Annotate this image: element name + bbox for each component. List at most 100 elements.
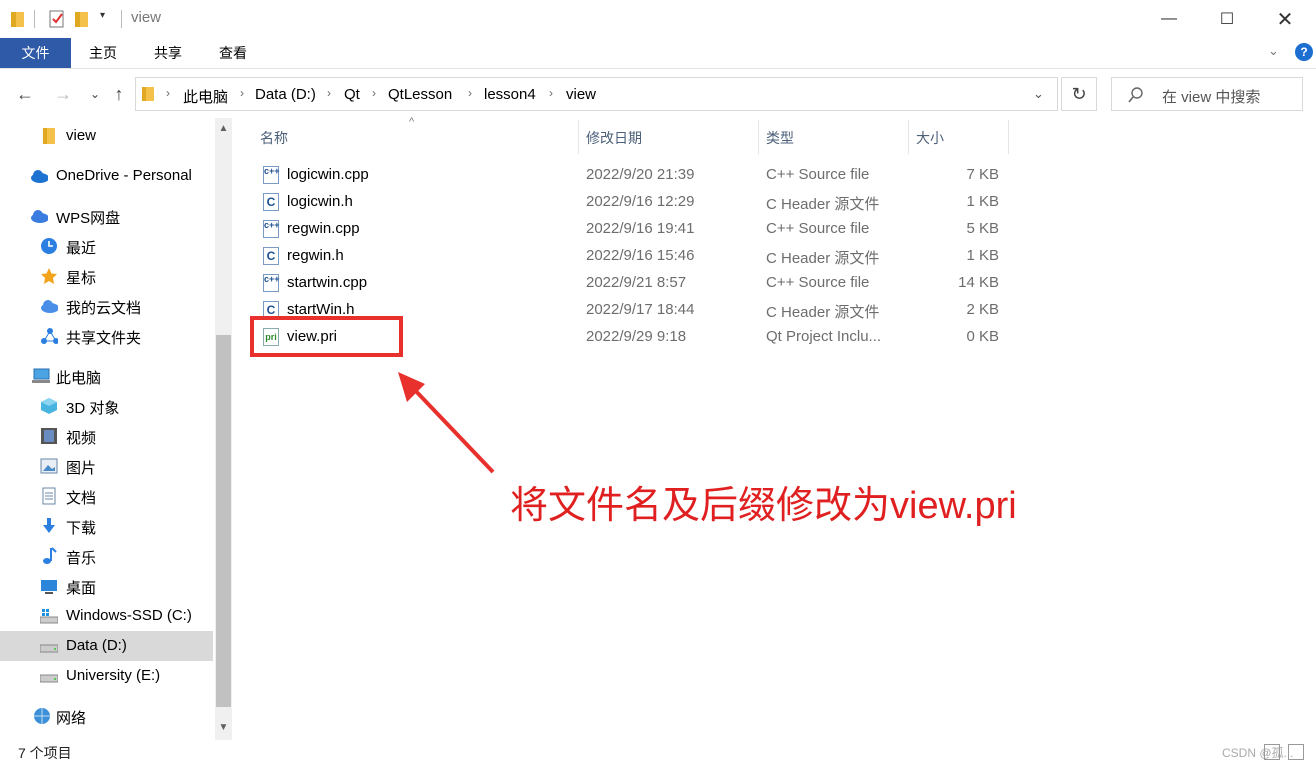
column-divider[interactable] [758,120,759,154]
file-row[interactable]: C logicwin.h 2022/9/16 12:29 C Header 源文… [252,189,1012,216]
file-date: 2022/9/16 15:46 [586,247,695,264]
sidebar-item-network[interactable]: 网络 [0,701,213,731]
breadcrumb-chevron-icon[interactable]: › [240,86,244,100]
column-header-size[interactable]: 大小 [916,128,944,148]
sidebar-item-downloads[interactable]: 下载 [0,511,213,541]
file-date: 2022/9/16 12:29 [586,193,695,210]
column-divider[interactable] [908,120,909,154]
sidebar-item-label: 音乐 [66,550,97,567]
breadcrumb-data-d[interactable]: Data (D:) [255,86,316,103]
sidebar-item-label: Data (D:) [66,637,127,654]
sidebar-item-drive-d[interactable]: Data (D:) [0,631,213,661]
file-date: 2022/9/17 18:44 [586,301,695,318]
sidebar-item-view[interactable]: view [0,121,213,151]
breadcrumb-qtlesson[interactable]: QtLesson [388,86,452,103]
sidebar-item-music[interactable]: 音乐 [0,541,213,571]
scroll-down-icon[interactable]: ▼ [215,719,232,736]
breadcrumb-chevron-icon[interactable]: › [166,86,170,100]
file-name: logicwin.h [287,193,353,210]
breadcrumb-qt[interactable]: Qt [344,86,360,103]
sidebar-item-this-pc[interactable]: 此电脑 [0,361,213,391]
new-folder-icon[interactable] [74,10,90,28]
quick-access-dropdown-icon[interactable]: ▾ [100,10,105,21]
breadcrumb-chevron-icon[interactable]: › [549,86,553,100]
tab-share[interactable]: 共享 [143,38,193,68]
file-row[interactable]: C regwin.h 2022/9/16 15:46 C Header 源文件 … [252,243,1012,270]
tab-file[interactable]: 文件 [0,38,71,68]
sidebar-item-video[interactable]: 视频 [0,421,213,451]
sidebar-item-cloud-docs[interactable]: 我的云文档 [0,291,213,321]
status-item-count: 7 个项目 [18,745,72,761]
tab-view[interactable]: 查看 [208,38,258,68]
file-name: regwin.h [287,247,344,264]
maximize-button[interactable]: ☐ [1198,0,1256,38]
column-header-type[interactable]: 类型 [766,128,794,148]
file-row[interactable]: c++ startwin.cpp 2022/9/21 8:57 C++ Sour… [252,270,1012,297]
file-size: 1 KB [966,247,999,264]
column-header-name[interactable]: 名称 [260,128,288,148]
annotation-highlight-box [250,316,403,357]
file-row[interactable]: c++ logicwin.cpp 2022/9/20 21:39 C++ Sou… [252,162,1012,189]
sidebar-item-desktop[interactable]: 桌面 [0,571,213,601]
sidebar-item-drive-e[interactable]: University (E:) [0,661,213,691]
sidebar-item-label: 共享文件夹 [66,330,142,347]
file-size: 7 KB [966,166,999,183]
column-divider[interactable] [1008,120,1009,154]
address-history-dropdown-icon[interactable]: ⌄ [1033,86,1044,102]
sidebar-item-drive-c[interactable]: Windows-SSD (C:) [0,601,213,631]
recent-locations-dropdown-icon[interactable]: ⌄ [82,80,108,108]
sidebar-item-star[interactable]: 星标 [0,261,213,291]
breadcrumb-this-pc[interactable]: 此电脑 [183,86,228,107]
file-type: C Header 源文件 [766,304,880,321]
scroll-up-icon[interactable]: ▲ [215,120,232,137]
sidebar-item-3d-objects[interactable]: 3D 对象 [0,391,213,421]
download-icon [43,518,55,533]
network-icon [34,708,50,724]
sidebar-item-label: 最近 [66,240,97,257]
properties-icon[interactable] [48,10,66,28]
document-icon [42,487,56,505]
file-date: 2022/9/20 21:39 [586,166,695,183]
forward-button[interactable]: → [50,80,76,108]
sidebar-item-wps[interactable]: WPS网盘 [0,201,213,231]
refresh-button[interactable]: ↻ [1061,77,1097,111]
breadcrumb-chevron-icon[interactable]: › [468,86,472,100]
tab-home[interactable]: 主页 [78,38,128,68]
picture-icon [40,458,58,474]
details-view-icon[interactable] [1264,744,1280,760]
breadcrumb-view[interactable]: view [566,86,596,103]
file-name: startwin.cpp [287,274,368,291]
breadcrumb-chevron-icon[interactable]: › [327,86,331,100]
large-icons-view-icon[interactable] [1288,744,1304,760]
breadcrumb-chevron-icon[interactable]: › [372,86,376,100]
up-button[interactable]: ↑ [106,80,132,108]
back-button[interactable]: ← [12,80,38,108]
ribbon-tabs: 文件 主页 共享 查看 ⌄ [0,38,1316,69]
file-size: 1 KB [966,193,999,210]
sidebar-item-onedrive[interactable]: OneDrive - Personal [0,161,213,191]
sidebar-item-shared-folder[interactable]: 共享文件夹 [0,321,213,351]
separator [121,10,122,28]
search-icon [1128,87,1143,103]
clock-icon [41,238,57,254]
column-header-date[interactable]: 修改日期 [586,128,642,148]
help-icon[interactable]: ? [1295,43,1313,61]
search-box[interactable]: 在 view 中搜索 [1111,77,1303,111]
close-button[interactable]: ✕ [1256,0,1314,38]
file-type: Qt Project Inclu... [766,328,882,345]
watermark: CSDN @孤... [1222,746,1294,760]
sidebar-item-pictures[interactable]: 图片 [0,451,213,481]
sidebar-item-documents[interactable]: 文档 [0,481,213,511]
file-row[interactable]: c++ regwin.cpp 2022/9/16 19:41 C++ Sourc… [252,216,1012,243]
separator [34,10,35,28]
sidebar-item-label: 下载 [66,520,97,537]
sidebar-scrollbar-thumb[interactable] [216,335,231,707]
sidebar-item-recent[interactable]: 最近 [0,231,213,261]
address-bar[interactable]: › 此电脑 › Data (D:) › Qt › QtLesson › less… [135,77,1058,111]
expand-ribbon-icon[interactable]: ⌄ [1268,43,1279,59]
column-divider[interactable] [578,120,579,154]
breadcrumb-lesson4[interactable]: lesson4 [484,86,536,103]
desktop-icon [41,580,57,594]
drive-d-icon [40,644,58,653]
minimize-button[interactable]: — [1140,0,1198,38]
